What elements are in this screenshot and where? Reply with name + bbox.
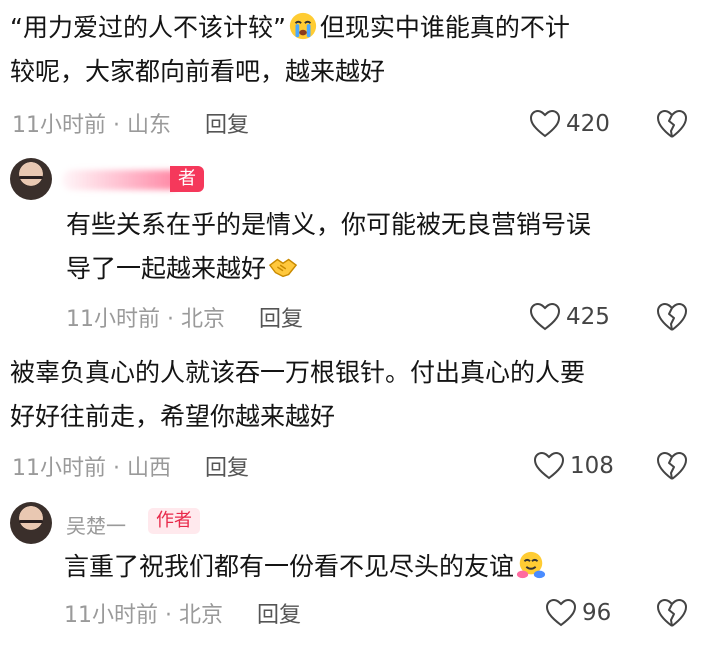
comment-2-line-1: 有些关系在乎的是情义，你可能被无良营销号误 — [66, 210, 592, 239]
comment-2-time: 11小时前 · 北京 — [66, 307, 225, 332]
comment-4-time: 11小时前 · 北京 — [64, 603, 223, 628]
avatar[interactable] — [10, 158, 52, 200]
comment-4-text: 言重了祝我们都有一份看不见尽头的友谊 — [64, 545, 548, 589]
crying-face-icon — [289, 12, 317, 40]
comment-1-like-count: 420 — [566, 111, 610, 137]
comment-3-time: 11小时前 · 山西 — [12, 456, 171, 481]
heart-icon — [530, 303, 560, 331]
comment-2-meta: 11小时前 · 北京 回复 — [66, 300, 303, 334]
comment-2-reply-button[interactable]: 回复 — [259, 301, 303, 333]
comment-3-reply-button[interactable]: 回复 — [205, 450, 249, 482]
comment-1-line-2: 较呢，大家都向前看吧，越来越好 — [10, 57, 386, 86]
comment-4-like-count: 96 — [582, 600, 612, 626]
comment-4-reply-button[interactable]: 回复 — [257, 597, 301, 629]
broken-heart-icon[interactable] — [656, 109, 688, 139]
comment-3-like-button[interactable]: 108 — [534, 449, 614, 483]
comment-2-text: 有些关系在乎的是情义，你可能被无良营销号误 导了一起越来越好 — [66, 203, 591, 291]
heart-icon — [534, 452, 564, 480]
author-badge: 者 — [170, 166, 204, 192]
hugging-face-icon — [516, 551, 546, 579]
comment-3-line-1: 被辜负真心的人就该吞一万根银针。付出真心的人要 — [10, 358, 586, 387]
comment-1-like-button[interactable]: 420 — [530, 107, 610, 141]
comment-1-line-1b: 但现实中谁能真的不计 — [319, 13, 570, 42]
comment-3-meta: 11小时前 · 山西 回复 — [12, 449, 249, 483]
comment-2-like-count: 425 — [566, 304, 610, 330]
comment-2-line-2: 导了一起越来越好 — [66, 254, 267, 283]
comment-3-line-2: 好好往前走，希望你越来越好 — [10, 402, 336, 431]
heart-icon — [546, 599, 576, 627]
heart-icon — [530, 110, 560, 138]
avatar[interactable] — [10, 502, 52, 544]
handshake-icon — [268, 258, 298, 278]
comment-1-reply-button[interactable]: 回复 — [205, 107, 249, 139]
broken-heart-icon[interactable] — [656, 451, 688, 481]
username[interactable]: 吴楚一 — [66, 510, 126, 539]
username-blurred — [62, 170, 180, 190]
comment-1-meta: 11小时前 · 山东 回复 — [12, 106, 249, 140]
comment-1-text: “用力爱过的人不该计较” 但现实中谁能真的不计 较呢，大家都向前看吧，越来越好 — [10, 6, 570, 94]
comment-4-line-1: 言重了祝我们都有一份看不见尽头的友谊 — [64, 552, 515, 581]
comment-4-meta: 11小时前 · 北京 回复 — [64, 596, 301, 630]
comment-3-like-count: 108 — [570, 453, 614, 479]
broken-heart-icon[interactable] — [656, 598, 688, 628]
comment-3-text: 被辜负真心的人就该吞一万根银针。付出真心的人要 好好往前走，希望你越来越好 — [10, 351, 585, 439]
comment-4-like-button[interactable]: 96 — [546, 596, 611, 630]
comment-1-time: 11小时前 · 山东 — [12, 113, 171, 138]
comment-2-like-button[interactable]: 425 — [530, 300, 610, 334]
broken-heart-icon[interactable] — [656, 302, 688, 332]
comment-1-line-1a: “用力爱过的人不该计较” — [10, 13, 286, 42]
author-badge: 作者 — [148, 508, 200, 534]
